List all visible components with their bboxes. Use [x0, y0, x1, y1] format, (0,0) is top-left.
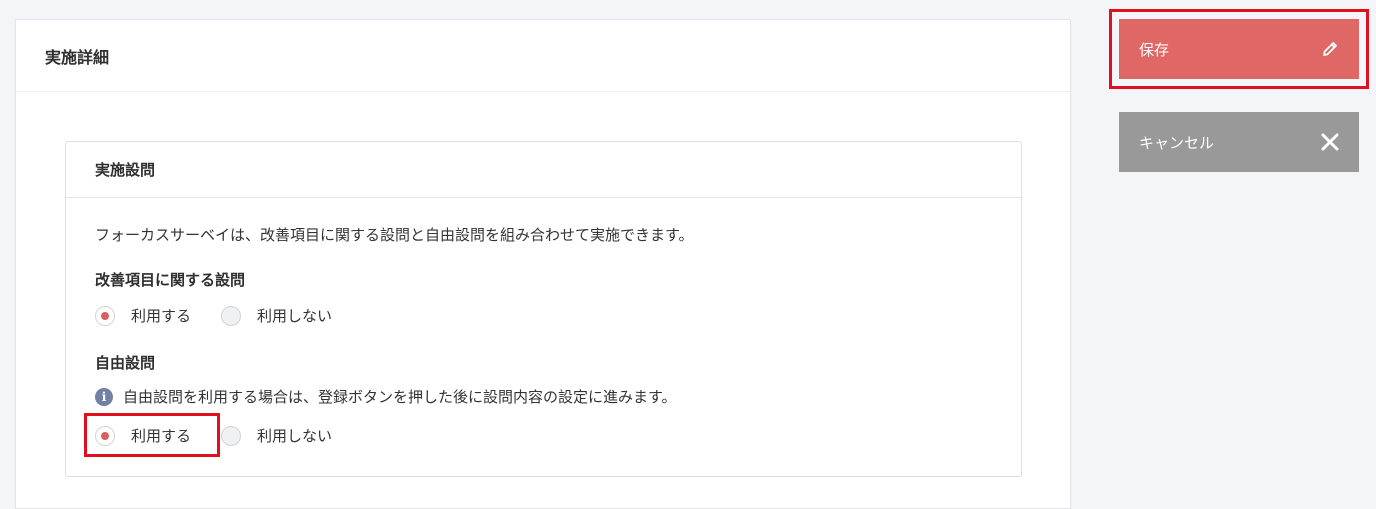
- panel-description: フォーカスサーベイは、改善項目に関する設問と自由設問を組み合わせて実施できます。: [95, 226, 694, 244]
- info-icon: i: [95, 387, 113, 406]
- details-card: 実施詳細 実施設問 フォーカスサーベイは、改善項目に関する設問と自由設問を組み合…: [15, 19, 1071, 509]
- free-section-title: 自由設問: [95, 354, 156, 372]
- improvement-not-use-radio[interactable]: [221, 305, 242, 326]
- save-button-label: 保存: [1139, 40, 1170, 59]
- card-title: 実施詳細: [45, 47, 110, 67]
- free-not-use-label[interactable]: 利用しない: [257, 425, 332, 446]
- free-note-text: 自由設問を利用する場合は、登録ボタンを押した後に設問内容の設定に進みます。: [123, 388, 677, 406]
- improvement-use-option[interactable]: 利用する: [95, 305, 191, 326]
- free-note: i 自由設問を利用する場合は、登録ボタンを押した後に設問内容の設定に進みます。: [95, 386, 677, 407]
- improvement-section-title: 改善項目に関する設問: [95, 271, 246, 289]
- cancel-button[interactable]: キャンセル: [1119, 112, 1359, 172]
- free-not-use-option[interactable]: 利用しない: [221, 425, 332, 446]
- improvement-use-radio[interactable]: [95, 305, 115, 326]
- free-use-label[interactable]: 利用する: [131, 425, 191, 446]
- close-icon: [1321, 133, 1339, 151]
- free-not-use-radio[interactable]: [221, 425, 242, 446]
- improvement-not-use-option[interactable]: 利用しない: [221, 305, 332, 326]
- questions-panel: 実施設問 フォーカスサーベイは、改善項目に関する設問と自由設問を組み合わせて実施…: [65, 141, 1022, 477]
- free-use-option[interactable]: 利用する: [95, 425, 191, 446]
- panel-title: 実施設問: [95, 161, 156, 179]
- panel-header: 実施設問: [66, 142, 1021, 198]
- card-header: 実施詳細: [16, 20, 1070, 92]
- improvement-not-use-label[interactable]: 利用しない: [257, 305, 332, 326]
- pencil-icon: [1321, 40, 1339, 58]
- free-use-radio[interactable]: [95, 425, 115, 446]
- free-radio-group: 利用する 利用しない: [95, 425, 332, 446]
- save-button[interactable]: 保存: [1119, 19, 1359, 79]
- improvement-use-label[interactable]: 利用する: [131, 305, 191, 326]
- cancel-button-label: キャンセル: [1139, 133, 1215, 152]
- improvement-radio-group: 利用する 利用しない: [95, 305, 332, 326]
